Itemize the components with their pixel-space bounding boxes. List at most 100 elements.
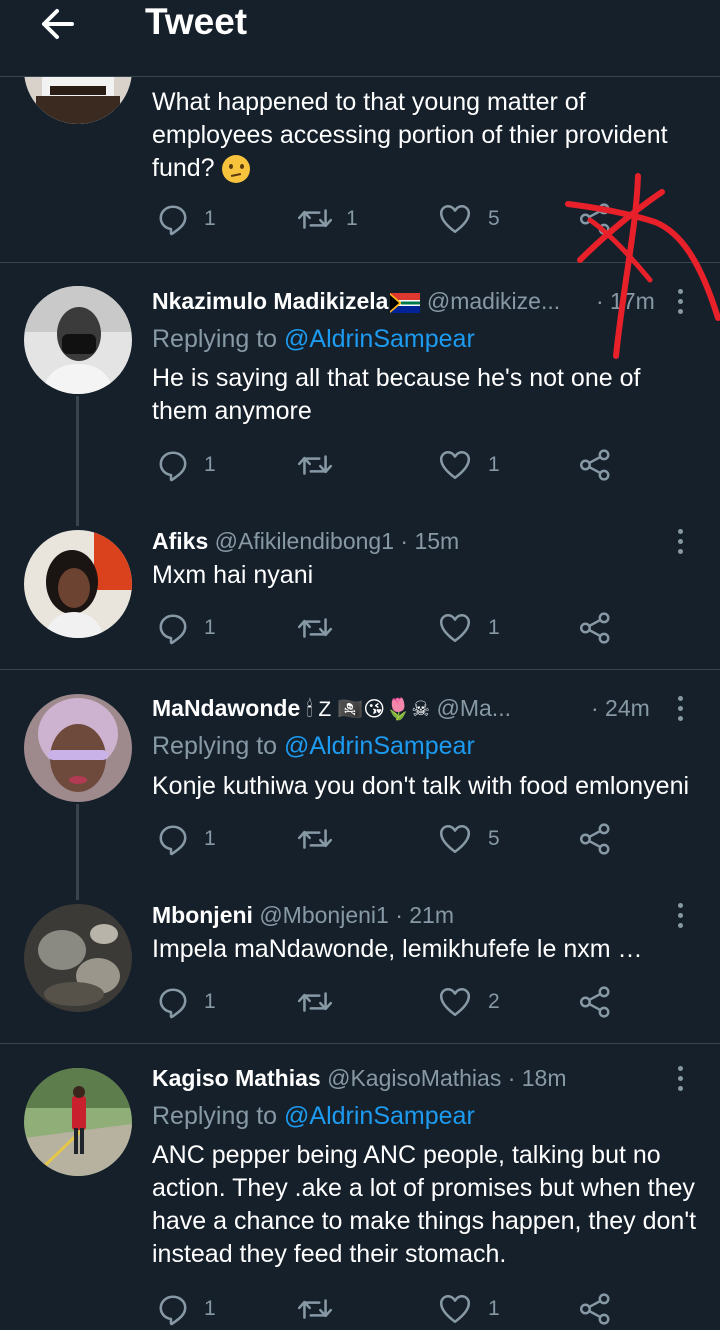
user-handle[interactable]: @Afikilendibong1 (215, 528, 394, 554)
reply-button[interactable]: 1 (156, 200, 236, 240)
thread-line (76, 804, 79, 900)
replying-to-link[interactable]: @AldrinSampear (284, 732, 475, 760)
replying-to: Replying to @AldrinSampear (152, 325, 475, 353)
like-button[interactable]: 2 (438, 983, 518, 1023)
more-vertical-icon (668, 529, 692, 554)
reply-button[interactable]: 1 (156, 1290, 236, 1330)
like-count: 1 (488, 616, 500, 639)
display-name[interactable]: Mbonjeni (152, 902, 253, 928)
reply-button[interactable]: 1 (156, 820, 236, 860)
replying-to-link[interactable]: @AldrinSampear (284, 1102, 475, 1130)
reply-count: 1 (204, 453, 216, 476)
replying-to: Replying to @AldrinSampear (152, 732, 475, 760)
heart-icon (438, 1292, 472, 1326)
tweet-time: · 24m (591, 695, 650, 721)
replying-to-link[interactable]: @AldrinSampear (284, 325, 475, 353)
like-button[interactable]: 5 (438, 200, 518, 240)
retweet-button[interactable] (296, 1290, 346, 1330)
retweet-button[interactable] (296, 983, 346, 1023)
top-app-bar: Tweet (0, 0, 720, 77)
reply-count: 1 (204, 990, 216, 1013)
reply-count: 1 (204, 1297, 216, 1320)
divider (0, 1043, 720, 1044)
share-button[interactable] (578, 1290, 618, 1330)
tweet-time: · 17m (596, 288, 655, 314)
retweet-count: 1 (346, 207, 358, 230)
display-name[interactable]: MaNdawonde (152, 695, 300, 721)
like-button[interactable]: 1 (438, 1290, 518, 1330)
retweet-button[interactable] (296, 446, 346, 486)
reply-button[interactable]: 1 (156, 983, 236, 1023)
retweet-icon (296, 448, 334, 482)
tweet-text: ANC pepper being ANC people, talking but… (152, 1141, 697, 1268)
like-button[interactable]: 1 (438, 609, 518, 649)
more-options-button[interactable] (668, 693, 692, 723)
heart-icon (438, 985, 472, 1019)
thread-line (76, 396, 79, 526)
avatar[interactable] (24, 530, 132, 638)
heart-icon (438, 611, 472, 645)
avatar[interactable] (24, 904, 132, 1012)
more-options-button[interactable] (668, 526, 692, 556)
tweet-text: Impela maNdawonde, lemikhufefe le nxm … (152, 935, 643, 963)
user-handle[interactable]: @Mbonjeni1 (259, 902, 388, 928)
like-button[interactable]: 1 (438, 446, 518, 486)
reply-author-line: MaNdawonde 🕯 Z 🏴‍☠️😘🌷☠ @Ma... (152, 693, 592, 725)
avatar[interactable] (24, 1068, 132, 1176)
share-button[interactable] (578, 820, 618, 860)
more-vertical-icon (668, 1066, 692, 1091)
reply-author-line: Kagiso Mathias @KagisoMathias · 18m (152, 1063, 662, 1093)
retweet-button[interactable] (296, 609, 346, 649)
display-name[interactable]: Afiks (152, 528, 208, 554)
user-handle[interactable]: @madikize... (427, 288, 560, 314)
reply-author-line: Afiks @Afikilendibong1 · 15m (152, 526, 592, 556)
reply-icon (156, 202, 190, 236)
reply-author-line: Mbonjeni @Mbonjeni1 · 21m (152, 900, 652, 930)
reply-icon (156, 448, 190, 482)
avatar[interactable] (24, 694, 132, 802)
like-button[interactable]: 5 (438, 820, 518, 860)
share-icon (578, 448, 612, 482)
more-options-button[interactable] (668, 900, 692, 930)
share-button[interactable] (578, 446, 618, 486)
share-icon (578, 985, 612, 1019)
user-handle[interactable]: @KagisoMathias (327, 1065, 501, 1091)
tweet-text: Konje kuthiwa you don't talk with food e… (152, 772, 690, 800)
heart-icon (438, 448, 472, 482)
reply-count: 1 (204, 616, 216, 639)
share-button[interactable] (578, 200, 618, 240)
more-vertical-icon (668, 696, 692, 721)
retweet-button[interactable]: 1 (296, 200, 386, 240)
reply-button[interactable]: 1 (156, 446, 236, 486)
thinking-face-emoji (221, 155, 250, 184)
retweet-button[interactable] (296, 820, 346, 860)
tweet-text: Mxm hai nyani (152, 561, 314, 589)
like-count: 1 (488, 1297, 500, 1320)
more-options-button[interactable] (668, 1063, 692, 1093)
like-count: 1 (488, 453, 500, 476)
share-button[interactable] (578, 609, 618, 649)
user-handle[interactable]: @Ma... (437, 695, 511, 721)
reply-button[interactable]: 1 (156, 609, 236, 649)
avatar[interactable] (24, 286, 132, 394)
back-button[interactable] (36, 4, 80, 44)
retweet-icon (296, 985, 334, 1019)
like-count: 5 (488, 207, 500, 230)
tweet-time: · 18m (507, 1065, 567, 1091)
display-name[interactable]: Kagiso Mathias (152, 1065, 321, 1091)
divider (0, 262, 720, 263)
like-count: 2 (488, 990, 500, 1013)
reply-count: 1 (204, 827, 216, 850)
name-emojis: 🕯 Z 🏴‍☠️😘🌷☠ (306, 697, 431, 721)
arrow-left-icon (42, 9, 74, 39)
divider (0, 669, 720, 670)
display-name[interactable]: Nkazimulo Madikizela (152, 288, 388, 314)
retweet-icon (296, 611, 334, 645)
share-button[interactable] (578, 983, 618, 1023)
retweet-icon (296, 822, 334, 856)
share-icon (578, 1292, 612, 1326)
share-icon (578, 202, 612, 236)
reply-icon (156, 822, 190, 856)
tweet-time: · 15m (400, 528, 460, 554)
more-options-button[interactable] (668, 286, 692, 316)
